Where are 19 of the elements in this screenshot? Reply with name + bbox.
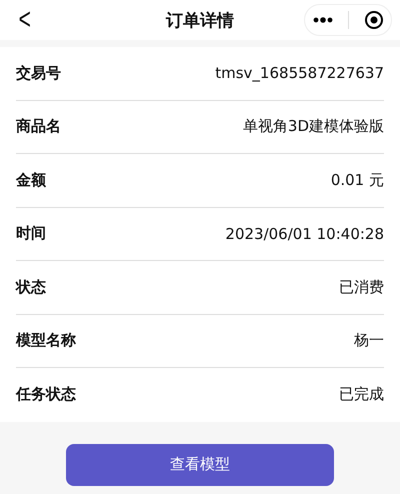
field-value: 2023/06/01 10:40:28 (225, 224, 384, 243)
field-label: 金额 (16, 170, 46, 190)
field-label: 时间 (16, 224, 46, 244)
page-title: 订单详情 (166, 10, 234, 32)
field-value: 单视角3D建模体验版 (242, 117, 384, 136)
field-label: 状态 (16, 278, 46, 297)
field-label: 任务状态 (16, 385, 76, 404)
more-icon[interactable] (312, 17, 332, 23)
field-label: 模型名称 (16, 331, 76, 350)
field-value: 0.01 元 (330, 170, 384, 190)
back-button[interactable]: < (18, 5, 31, 35)
field-value: 已完成 (339, 385, 384, 404)
field-label: 商品名 (16, 117, 61, 136)
view-model-button[interactable]: 查看模型 (66, 444, 334, 486)
field-label: 交易号 (16, 64, 61, 83)
field-value: tmsv_1685587227637 (215, 64, 384, 82)
close-icon[interactable] (364, 10, 384, 30)
field-value: 已消费 (339, 278, 384, 297)
field-value: 杨一 (354, 331, 384, 350)
